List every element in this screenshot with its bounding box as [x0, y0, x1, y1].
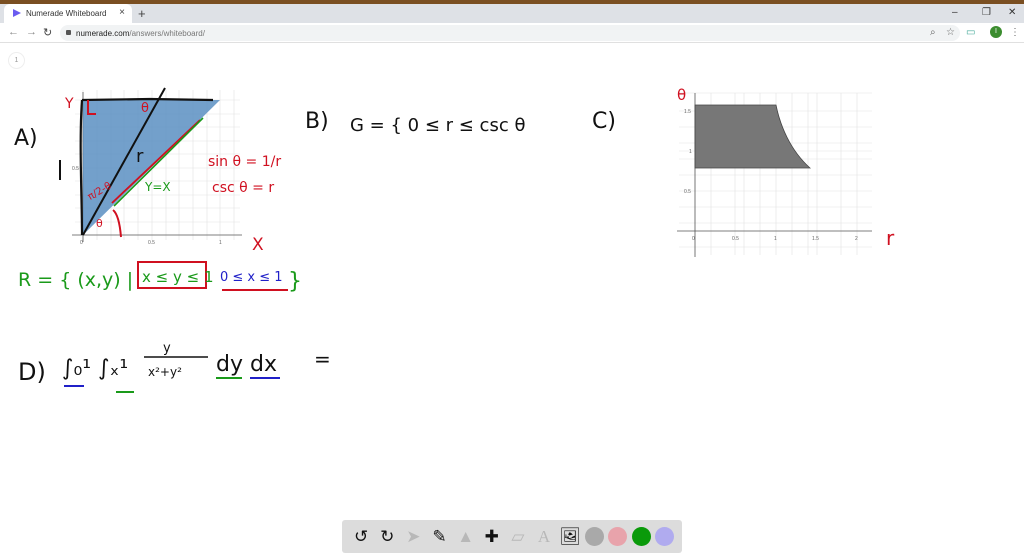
select-pointer-icon[interactable]: ➤ — [402, 526, 424, 548]
tick-label: 0.5 — [148, 240, 155, 246]
reload-icon[interactable]: ↻ — [43, 26, 52, 39]
tick-label: 0.5 — [684, 189, 691, 195]
shapes-icon[interactable]: ▲ — [455, 526, 477, 548]
restore-button[interactable]: ❐ — [982, 7, 991, 18]
integrand-denominator: x²+y² — [148, 365, 182, 379]
text-tool-icon[interactable]: A — [533, 526, 555, 548]
undo-icon[interactable]: ↺ — [350, 526, 372, 548]
region-definition-prefix: R = { (x,y) | — [18, 269, 133, 291]
eraser-icon[interactable]: ▱ — [507, 526, 529, 548]
part-d-label: D) — [18, 358, 46, 386]
back-icon[interactable]: ← — [8, 26, 19, 38]
theta-axis-label: θ — [677, 86, 686, 104]
lock-icon — [66, 30, 71, 35]
tick-label: 1.5 — [684, 109, 691, 115]
integral-signs: ∫₀¹ ∫ₓ¹ — [62, 356, 128, 381]
close-window-button[interactable]: ✕ — [1008, 7, 1016, 18]
url-input[interactable]: numerade.com/answers/whiteboard/ — [60, 25, 960, 41]
tick-label: 0.5 — [732, 236, 739, 242]
side-length-label: 1 — [55, 181, 56, 183]
r-label: r — [136, 146, 144, 167]
redo-icon[interactable]: ↻ — [376, 526, 398, 548]
forward-icon[interactable]: → — [26, 26, 37, 38]
tab-title: Numerade Whiteboard — [26, 9, 107, 18]
tick-label: 1 — [689, 149, 692, 155]
theta-bottom-label: θ — [96, 217, 103, 230]
color-green-swatch[interactable] — [631, 527, 651, 546]
whiteboard-toolbar: ↺ ↻ ➤ ✎ ▲ ✚ ▱ A 🖼 — [342, 520, 682, 553]
whiteboard-canvas[interactable]: 0 0.5 1 0.5 A) Y X 1 r θ θ π/2-θ Y=X sin… — [0, 43, 1024, 513]
profile-avatar[interactable]: I — [990, 26, 1002, 38]
differentials: dy dx — [216, 352, 277, 377]
equals-sign: = — [314, 347, 331, 371]
color-pink-swatch[interactable] — [608, 527, 628, 546]
close-tab-icon[interactable]: × — [119, 7, 125, 18]
new-tab-button[interactable]: + — [138, 6, 146, 21]
csc-equation: csc θ = r — [212, 180, 274, 196]
tick-label: 0 — [692, 236, 695, 242]
numerade-favicon-icon — [13, 9, 21, 17]
color-gray-swatch[interactable] — [585, 527, 605, 546]
color-lavender-swatch[interactable] — [654, 527, 674, 546]
r-axis-label: r — [886, 226, 895, 250]
extension-icon[interactable]: ▭ — [966, 27, 975, 38]
tab-numerade-whiteboard[interactable]: Numerade Whiteboard × — [4, 4, 132, 23]
add-icon[interactable]: ✚ — [481, 526, 503, 548]
zoom-icon[interactable]: ⌕ — [930, 27, 936, 38]
y-axis-label: Y — [64, 96, 74, 112]
region-y-bounds: x ≤ y ≤ 1 — [142, 268, 214, 286]
tick-label: 0.5 — [72, 166, 79, 172]
theta-top-label: θ — [141, 101, 149, 116]
part-c-label: C) — [592, 109, 616, 134]
region-x-bounds: 0 ≤ x ≤ 1 — [220, 270, 283, 285]
tick-label: 1 — [219, 240, 222, 246]
line-y-equals-x-label: Y=X — [144, 180, 171, 194]
tick-label: 0 — [80, 240, 83, 246]
tick-label: 1.5 — [812, 236, 819, 242]
pencil-icon[interactable]: ✎ — [428, 526, 450, 548]
sin-equation: sin θ = 1/r — [208, 154, 281, 170]
tick-label: 2 — [855, 236, 858, 242]
bookmark-star-icon[interactable]: ☆ — [946, 27, 955, 38]
part-a-label: A) — [14, 126, 38, 151]
region-close-brace: } — [288, 269, 302, 294]
part-b-region: G = { 0 ≤ r ≤ csc θ — [350, 115, 525, 136]
x-axis-label: X — [252, 235, 264, 255]
tab-bar: Numerade Whiteboard × + – ❐ ✕ — [0, 4, 1024, 23]
address-bar-row: ← → ↻ numerade.com/answers/whiteboard/ ⌕… — [0, 23, 1024, 43]
menu-icon[interactable]: ⋮ — [1010, 27, 1020, 38]
tick-label: 1 — [774, 236, 777, 242]
integrand-numerator: y — [163, 341, 171, 356]
part-b-label: B) — [305, 109, 329, 134]
image-icon[interactable]: 🖼 — [559, 526, 581, 548]
region-g-fill — [694, 104, 812, 169]
minimize-button[interactable]: – — [952, 7, 958, 18]
